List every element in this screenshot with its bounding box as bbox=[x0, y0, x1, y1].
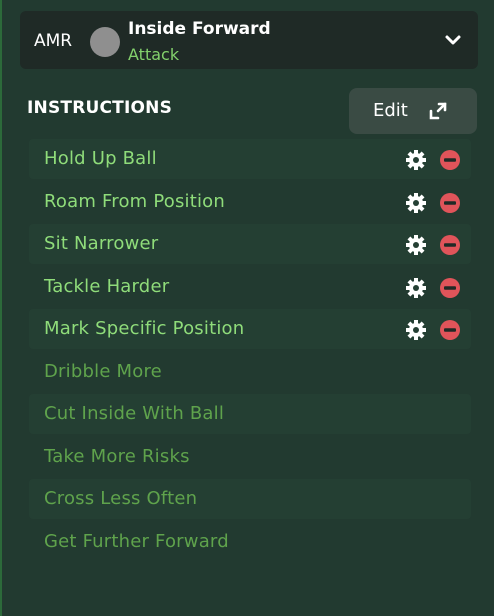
instruction-label: Cut Inside With Ball bbox=[44, 403, 225, 424]
section-title: INSTRUCTIONS bbox=[27, 98, 173, 118]
instruction-label: Mark Specific Position bbox=[44, 318, 245, 339]
instruction-label: Roam From Position bbox=[44, 190, 225, 212]
instruction-row[interactable]: Cut Inside With Ball bbox=[29, 394, 471, 434]
gear-icon[interactable] bbox=[405, 319, 427, 341]
remove-icon[interactable] bbox=[439, 149, 461, 171]
role-selector[interactable]: AMR Inside Forward Attack bbox=[20, 11, 478, 69]
instruction-label: Take More Risks bbox=[44, 445, 190, 467]
expand-icon bbox=[429, 102, 447, 120]
instruction-label: Hold Up Ball bbox=[44, 148, 157, 169]
instruction-row[interactable]: Cross Less Often bbox=[29, 479, 471, 519]
instruction-label: Dribble More bbox=[44, 360, 162, 382]
instruction-label: Tackle Harder bbox=[44, 275, 170, 297]
instruction-list: Hold Up Ball Roam From Position Sit Narrow… bbox=[29, 139, 471, 564]
remove-icon[interactable] bbox=[439, 277, 461, 299]
instruction-row[interactable]: Take More Risks bbox=[29, 437, 471, 477]
gear-icon[interactable] bbox=[405, 277, 427, 299]
remove-icon[interactable] bbox=[439, 319, 461, 341]
remove-icon[interactable] bbox=[439, 192, 461, 214]
chevron-down-icon[interactable] bbox=[444, 33, 462, 47]
edit-button[interactable]: Edit bbox=[349, 88, 477, 134]
edit-button-label: Edit bbox=[373, 100, 408, 121]
instruction-row[interactable]: Get Further Forward bbox=[29, 522, 471, 562]
role-duty: Attack bbox=[128, 45, 180, 64]
gear-icon[interactable] bbox=[405, 149, 427, 171]
gear-icon[interactable] bbox=[405, 234, 427, 256]
gear-icon[interactable] bbox=[405, 192, 427, 214]
remove-icon[interactable] bbox=[439, 234, 461, 256]
instruction-row[interactable]: Dribble More bbox=[29, 352, 471, 392]
instruction-row[interactable]: Hold Up Ball bbox=[29, 139, 471, 179]
instruction-row[interactable]: Tackle Harder bbox=[29, 267, 471, 307]
instruction-label: Get Further Forward bbox=[44, 530, 229, 552]
instruction-label: Sit Narrower bbox=[44, 233, 159, 254]
instruction-row[interactable]: Mark Specific Position bbox=[29, 309, 471, 349]
instruction-row[interactable]: Sit Narrower bbox=[29, 224, 471, 264]
role-name: Inside Forward bbox=[128, 19, 271, 39]
position-code: AMR bbox=[34, 31, 73, 51]
instructions-panel: AMR Inside Forward Attack INSTRUCTIONS E… bbox=[0, 0, 494, 616]
player-avatar bbox=[90, 27, 120, 57]
instruction-label: Cross Less Often bbox=[44, 488, 198, 509]
instruction-row[interactable]: Roam From Position bbox=[29, 182, 471, 222]
